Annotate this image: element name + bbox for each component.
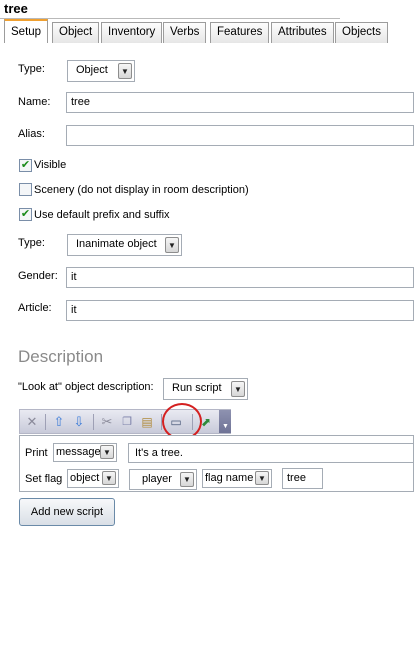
setflag-flag-type-select[interactable]: flag name ▼ (202, 469, 272, 488)
gender-field[interactable]: it (66, 267, 414, 288)
setflag-flag-type-value: flag name (205, 472, 254, 484)
scenery-label: Scenery (do not display in room descript… (34, 184, 249, 196)
toolbar-separator (161, 414, 162, 430)
tab-features[interactable]: Features (210, 22, 270, 43)
setflag-target-type-value: object (70, 472, 100, 484)
chevron-down-icon[interactable]: ▼ (102, 471, 116, 485)
print-mode-value: message (56, 446, 101, 458)
article-field[interactable]: it (66, 300, 414, 321)
tab-verbs[interactable]: Verbs (163, 22, 207, 43)
chevron-down-icon[interactable]: ▼ (180, 472, 194, 487)
type-select[interactable]: Object ▼ (67, 60, 135, 82)
setflag-command-label: Set flag (25, 473, 63, 485)
chevron-down-icon[interactable]: ▼ (255, 471, 269, 485)
name-field[interactable]: tree (66, 92, 414, 113)
default-prefix-checkbox[interactable]: ✔ (19, 208, 32, 221)
chevron-down-icon[interactable]: ▼ (100, 445, 114, 459)
look-select-value: Run script (172, 382, 222, 394)
tab-attributes[interactable]: Attributes (271, 22, 334, 43)
print-message-field[interactable]: It's a tree. (128, 443, 414, 463)
object-type-label: Type: (18, 237, 45, 249)
visible-label: Visible (34, 159, 67, 171)
name-label: Name: (18, 96, 51, 108)
paste-icon[interactable]: ▤ (138, 413, 156, 431)
window-title: tree (0, 0, 414, 18)
script-toolbar: ✕ ⇧ ⇩ ✂ ❐ ▤ ▭ ⬈ ▼ (19, 409, 231, 434)
print-mode-select[interactable]: message ▼ (53, 443, 117, 462)
article-label: Article: (18, 302, 52, 314)
gender-label: Gender: (18, 270, 58, 282)
alias-field[interactable] (66, 125, 414, 146)
delete-icon[interactable]: ✕ (23, 413, 41, 431)
toolbar-separator (93, 414, 94, 430)
alias-label: Alias: (18, 128, 45, 140)
tab-setup[interactable]: Setup (4, 19, 49, 43)
code-view-icon[interactable]: ▭ (167, 413, 185, 431)
toolbar-separator (45, 414, 46, 430)
copy-icon[interactable]: ❐ (118, 413, 136, 431)
tab-objects[interactable]: Objects (335, 22, 388, 43)
chevron-down-icon[interactable]: ▼ (118, 63, 132, 79)
object-type-value: Inanimate object (76, 238, 157, 250)
type-label: Type: (18, 63, 45, 75)
setflag-target-type-select[interactable]: object ▼ (67, 469, 119, 488)
type-select-value: Object (76, 64, 108, 76)
print-command-label: Print (25, 447, 48, 459)
visible-checkbox[interactable]: ✔ (19, 159, 32, 172)
setflag-object-select[interactable]: player ▼ (129, 469, 197, 490)
chevron-down-icon[interactable]: ▼ (231, 381, 245, 397)
add-new-script-button[interactable]: Add new script (19, 498, 115, 526)
setflag-flag-value-field[interactable]: tree (282, 468, 323, 489)
popout-icon[interactable]: ⬈ (197, 413, 215, 431)
setflag-object-value: player (142, 473, 172, 485)
tab-inventory[interactable]: Inventory (101, 22, 163, 43)
tab-bar: Setup Object Inventory Verbs Features At… (0, 19, 414, 43)
look-select[interactable]: Run script ▼ (163, 378, 248, 400)
default-prefix-label: Use default prefix and suffix (34, 209, 170, 221)
chevron-down-icon[interactable]: ▼ (165, 237, 179, 253)
tab-object[interactable]: Object (52, 22, 100, 43)
cut-icon[interactable]: ✂ (98, 413, 116, 431)
move-down-icon[interactable]: ⇩ (70, 413, 88, 431)
scenery-checkbox[interactable] (19, 183, 32, 196)
look-label: "Look at" object description: (18, 381, 154, 393)
toolbar-overflow-button[interactable]: ▼ (219, 410, 231, 433)
chevron-down-icon: ▼ (222, 423, 229, 430)
toolbar-separator (192, 414, 193, 430)
object-type-select[interactable]: Inanimate object ▼ (67, 234, 182, 256)
move-up-icon[interactable]: ⇧ (50, 413, 68, 431)
description-heading: Description (18, 347, 104, 366)
script-editor: Print message ▼ It's a tree. Set flag ob… (19, 435, 414, 492)
